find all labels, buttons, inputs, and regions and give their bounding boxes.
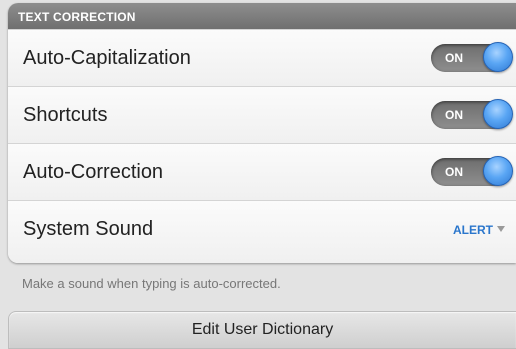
hint-text: Make a sound when typing is auto-correct… bbox=[22, 276, 281, 291]
toggle-state: ON bbox=[445, 165, 463, 179]
text-correction-group: TEXT CORRECTION Auto-Capitalization ON S… bbox=[8, 3, 516, 263]
toggle-knob bbox=[483, 156, 513, 186]
row-label: Auto-Correction bbox=[23, 161, 164, 183]
row-label: System Sound bbox=[23, 218, 154, 240]
row-auto-capitalization: Auto-Capitalization ON bbox=[8, 29, 516, 86]
row-system-sound[interactable]: System Sound ALERT bbox=[8, 200, 516, 263]
row-shortcuts: Shortcuts ON bbox=[8, 86, 516, 143]
section-header: TEXT CORRECTION bbox=[8, 3, 516, 29]
shortcuts-toggle[interactable]: ON bbox=[431, 99, 513, 129]
row-auto-correction: Auto-Correction ON bbox=[8, 143, 516, 200]
toggle-state: ON bbox=[445, 108, 463, 122]
auto-capitalization-toggle[interactable]: ON bbox=[431, 42, 513, 72]
system-sound-dropdown[interactable]: ALERT bbox=[453, 201, 505, 258]
edit-user-dictionary-button[interactable]: Edit User Dictionary bbox=[8, 311, 516, 349]
auto-correction-toggle[interactable]: ON bbox=[431, 156, 513, 186]
toggle-knob bbox=[483, 99, 513, 129]
row-label: Shortcuts bbox=[23, 104, 108, 126]
row-label: Auto-Capitalization bbox=[23, 47, 191, 69]
toggle-knob bbox=[483, 42, 513, 72]
chevron-down-icon bbox=[497, 226, 505, 232]
toggle-state: ON bbox=[445, 51, 463, 65]
dropdown-value: ALERT bbox=[453, 223, 493, 237]
